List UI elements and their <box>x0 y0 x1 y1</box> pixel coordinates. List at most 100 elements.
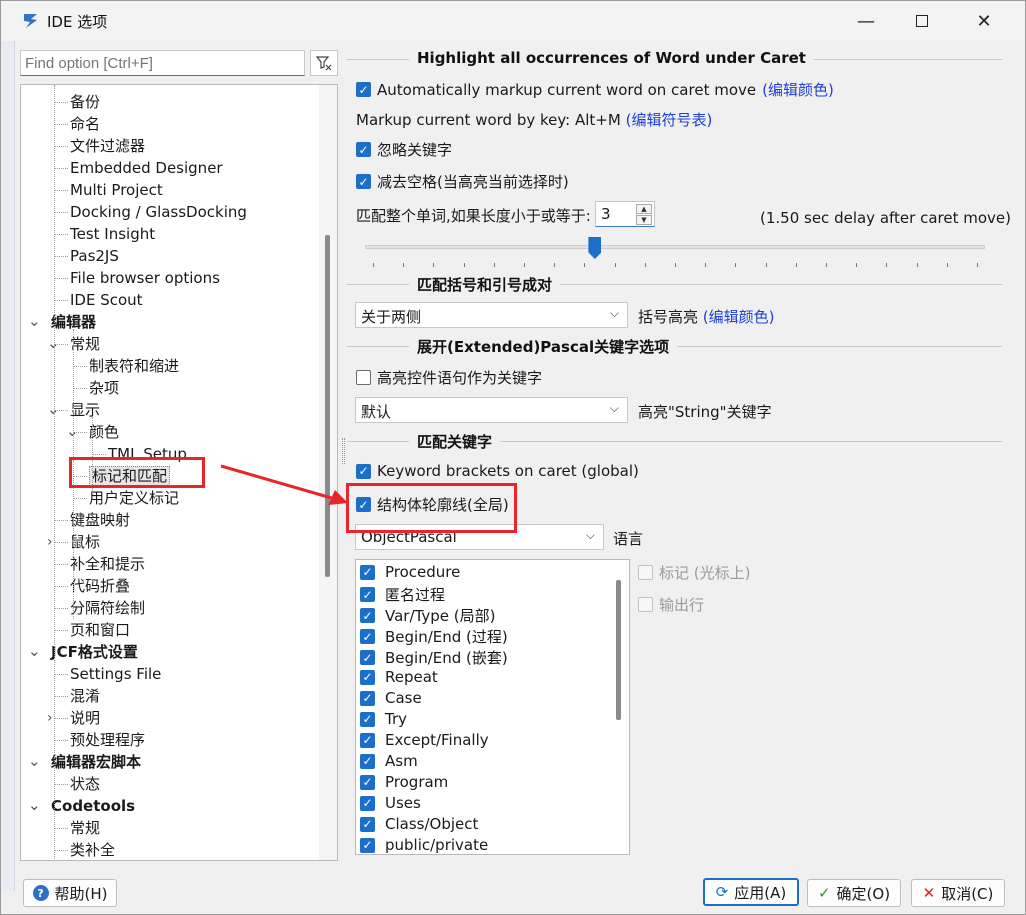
tree-item[interactable]: Pas2JS <box>70 245 119 267</box>
keyword-list-item[interactable]: Var/Type (局部) <box>360 605 495 626</box>
tree-item[interactable]: 键盘映射 <box>70 509 130 531</box>
tree-item[interactable]: Codetools <box>51 795 135 817</box>
tree-item[interactable]: 状态 <box>70 773 100 795</box>
delay-slider-thumb[interactable] <box>588 237 602 259</box>
ctrl-stmt-checkbox[interactable]: 高亮控件语句作为关键字 <box>356 367 542 388</box>
minimize-button[interactable]: — <box>843 1 889 41</box>
checkbox-box[interactable] <box>360 795 375 811</box>
close-button[interactable]: ✕ <box>961 1 1007 41</box>
checkbox-box[interactable] <box>356 463 371 479</box>
tree-item[interactable]: 显示 <box>70 399 100 421</box>
list-scrollbar-thumb[interactable] <box>616 580 621 720</box>
tree-item[interactable]: 鼠标 <box>70 531 100 553</box>
chevron-down-icon[interactable]: ⌄ <box>28 642 41 660</box>
chevron-down-icon[interactable]: ⌄ <box>28 796 41 814</box>
checkbox-box[interactable] <box>356 82 371 97</box>
tree-item[interactable]: 颜色 <box>89 421 119 443</box>
checkbox-box[interactable] <box>360 837 375 853</box>
delay-slider-track[interactable] <box>365 245 985 249</box>
tree-item[interactable]: 文件过滤器 <box>70 135 145 157</box>
keyword-list-item[interactable]: Procedure <box>360 563 460 581</box>
tree-item[interactable]: 预处理程序 <box>70 729 145 751</box>
checkbox-box[interactable] <box>360 608 375 623</box>
filter-button[interactable] <box>310 50 338 76</box>
checkbox-box[interactable] <box>360 564 375 580</box>
checkbox-box[interactable] <box>360 711 375 727</box>
auto-markup-checkbox[interactable]: Automatically markup current word on car… <box>356 79 834 100</box>
keyword-list-item[interactable]: Begin/End (嵌套) <box>360 647 508 668</box>
keyword-list-item[interactable]: Class/Object <box>360 815 478 833</box>
tree-item[interactable]: 制表符和缩进 <box>89 355 179 377</box>
chevron-right-icon[interactable]: › <box>47 710 53 726</box>
ignore-keywords-checkbox[interactable]: 忽略关键字 <box>356 139 452 160</box>
keyword-list-item[interactable]: Case <box>360 689 422 707</box>
keyword-list-item[interactable]: Try <box>360 710 407 728</box>
tree-item[interactable]: Embedded Designer <box>70 157 223 179</box>
tree-item[interactable]: 说明 <box>70 707 100 729</box>
chevron-down-icon[interactable]: ⌄ <box>28 752 41 770</box>
tree-item[interactable]: 用户定义标记 <box>89 487 179 509</box>
tree-item[interactable]: 分隔符绘制 <box>70 597 145 619</box>
tree-item[interactable]: 杂项 <box>89 377 119 399</box>
tree-item[interactable]: 页和窗口 <box>70 619 130 641</box>
chevron-down-icon[interactable]: ⌄ <box>28 312 41 330</box>
tree-item[interactable]: JCF格式设置 <box>51 641 138 663</box>
checkbox-box[interactable] <box>360 587 375 602</box>
tree-item[interactable]: 类补全 <box>70 839 115 860</box>
tree-item[interactable]: File browser options <box>70 267 220 289</box>
checkbox-box[interactable] <box>360 753 375 769</box>
tree-item[interactable]: 命名 <box>70 113 100 135</box>
tree-item[interactable]: 常规 <box>70 817 100 839</box>
ok-button[interactable]: ✓ 确定(O) <box>807 879 901 907</box>
string-mode-select[interactable]: 默认 ⌵ <box>355 397 628 423</box>
tree-item[interactable]: Settings File <box>70 663 161 685</box>
bracket-edit-color-link[interactable]: (编辑颜色) <box>703 308 775 326</box>
keyword-brackets-checkbox[interactable]: Keyword brackets on caret (global) <box>356 462 639 480</box>
tree-item[interactable]: Multi Project <box>70 179 163 201</box>
spin-down-icon[interactable]: ▼ <box>636 215 652 225</box>
help-button[interactable]: ? 帮助(H) <box>23 879 117 907</box>
apply-button[interactable]: ⟳ 应用(A) <box>703 878 799 906</box>
spin-up-icon[interactable]: ▲ <box>636 204 652 214</box>
whole-word-length-spinner[interactable]: 3 ▲ ▼ <box>595 201 655 227</box>
spinner-arrows[interactable]: ▲ ▼ <box>636 204 652 225</box>
keyword-list-item[interactable]: Program <box>360 773 448 791</box>
checkbox-box[interactable] <box>356 370 371 385</box>
checkbox-box[interactable] <box>360 669 375 685</box>
checkbox-box[interactable] <box>360 650 375 665</box>
chevron-right-icon[interactable]: › <box>47 534 53 550</box>
maximize-button[interactable] <box>899 1 945 41</box>
keyword-checklist[interactable]: Procedure 匿名过程 Var/Type (局部) Begin/End (过程)… <box>355 559 630 855</box>
tree-item[interactable]: 编辑器宏脚本 <box>51 751 141 773</box>
tree-item[interactable]: 补全和提示 <box>70 553 145 575</box>
checkbox-box[interactable] <box>356 174 371 189</box>
cancel-button[interactable]: ✕ 取消(C) <box>911 879 1005 907</box>
keyword-list-item[interactable]: 匿名过程 <box>360 584 445 605</box>
checkbox-box[interactable] <box>360 690 375 706</box>
checkbox-box[interactable] <box>360 629 375 644</box>
tree-item[interactable]: 代码折叠 <box>70 575 130 597</box>
tree-item[interactable]: 常规 <box>70 333 100 355</box>
checkbox-box[interactable] <box>356 142 371 157</box>
checkbox-box[interactable] <box>360 816 375 832</box>
edit-color-link[interactable]: (编辑颜色) <box>762 79 834 100</box>
keyword-list-item[interactable]: Begin/End (过程) <box>360 626 508 647</box>
keyword-list-item[interactable]: Except/Finally <box>360 731 489 749</box>
checkbox-box[interactable] <box>360 732 375 748</box>
keyword-list-item[interactable]: Uses <box>360 794 421 812</box>
bracket-mode-select[interactable]: 关于两侧 ⌵ <box>355 302 628 328</box>
find-option-input[interactable] <box>20 50 305 76</box>
tree-item[interactable]: Docking / GlassDocking <box>70 201 247 223</box>
tree-item[interactable]: 备份 <box>70 91 100 113</box>
checkbox-box[interactable] <box>360 774 375 790</box>
tree-scrollbar-thumb[interactable] <box>325 235 330 577</box>
tree-item[interactable]: IDE Scout <box>70 289 143 311</box>
keyword-list-item[interactable]: public/private <box>360 836 488 854</box>
tree-item[interactable]: Test Insight <box>70 223 155 245</box>
keyword-list-item[interactable]: Asm <box>360 752 418 770</box>
tree-item[interactable]: 混淆 <box>70 685 100 707</box>
edit-keymap-link[interactable]: (编辑符号表) <box>626 111 713 129</box>
keyword-list-item[interactable]: Repeat <box>360 668 438 686</box>
trim-spaces-checkbox[interactable]: 减去空格(当高亮当前选择时) <box>356 171 569 192</box>
spinner-value[interactable]: 3 <box>601 205 611 223</box>
